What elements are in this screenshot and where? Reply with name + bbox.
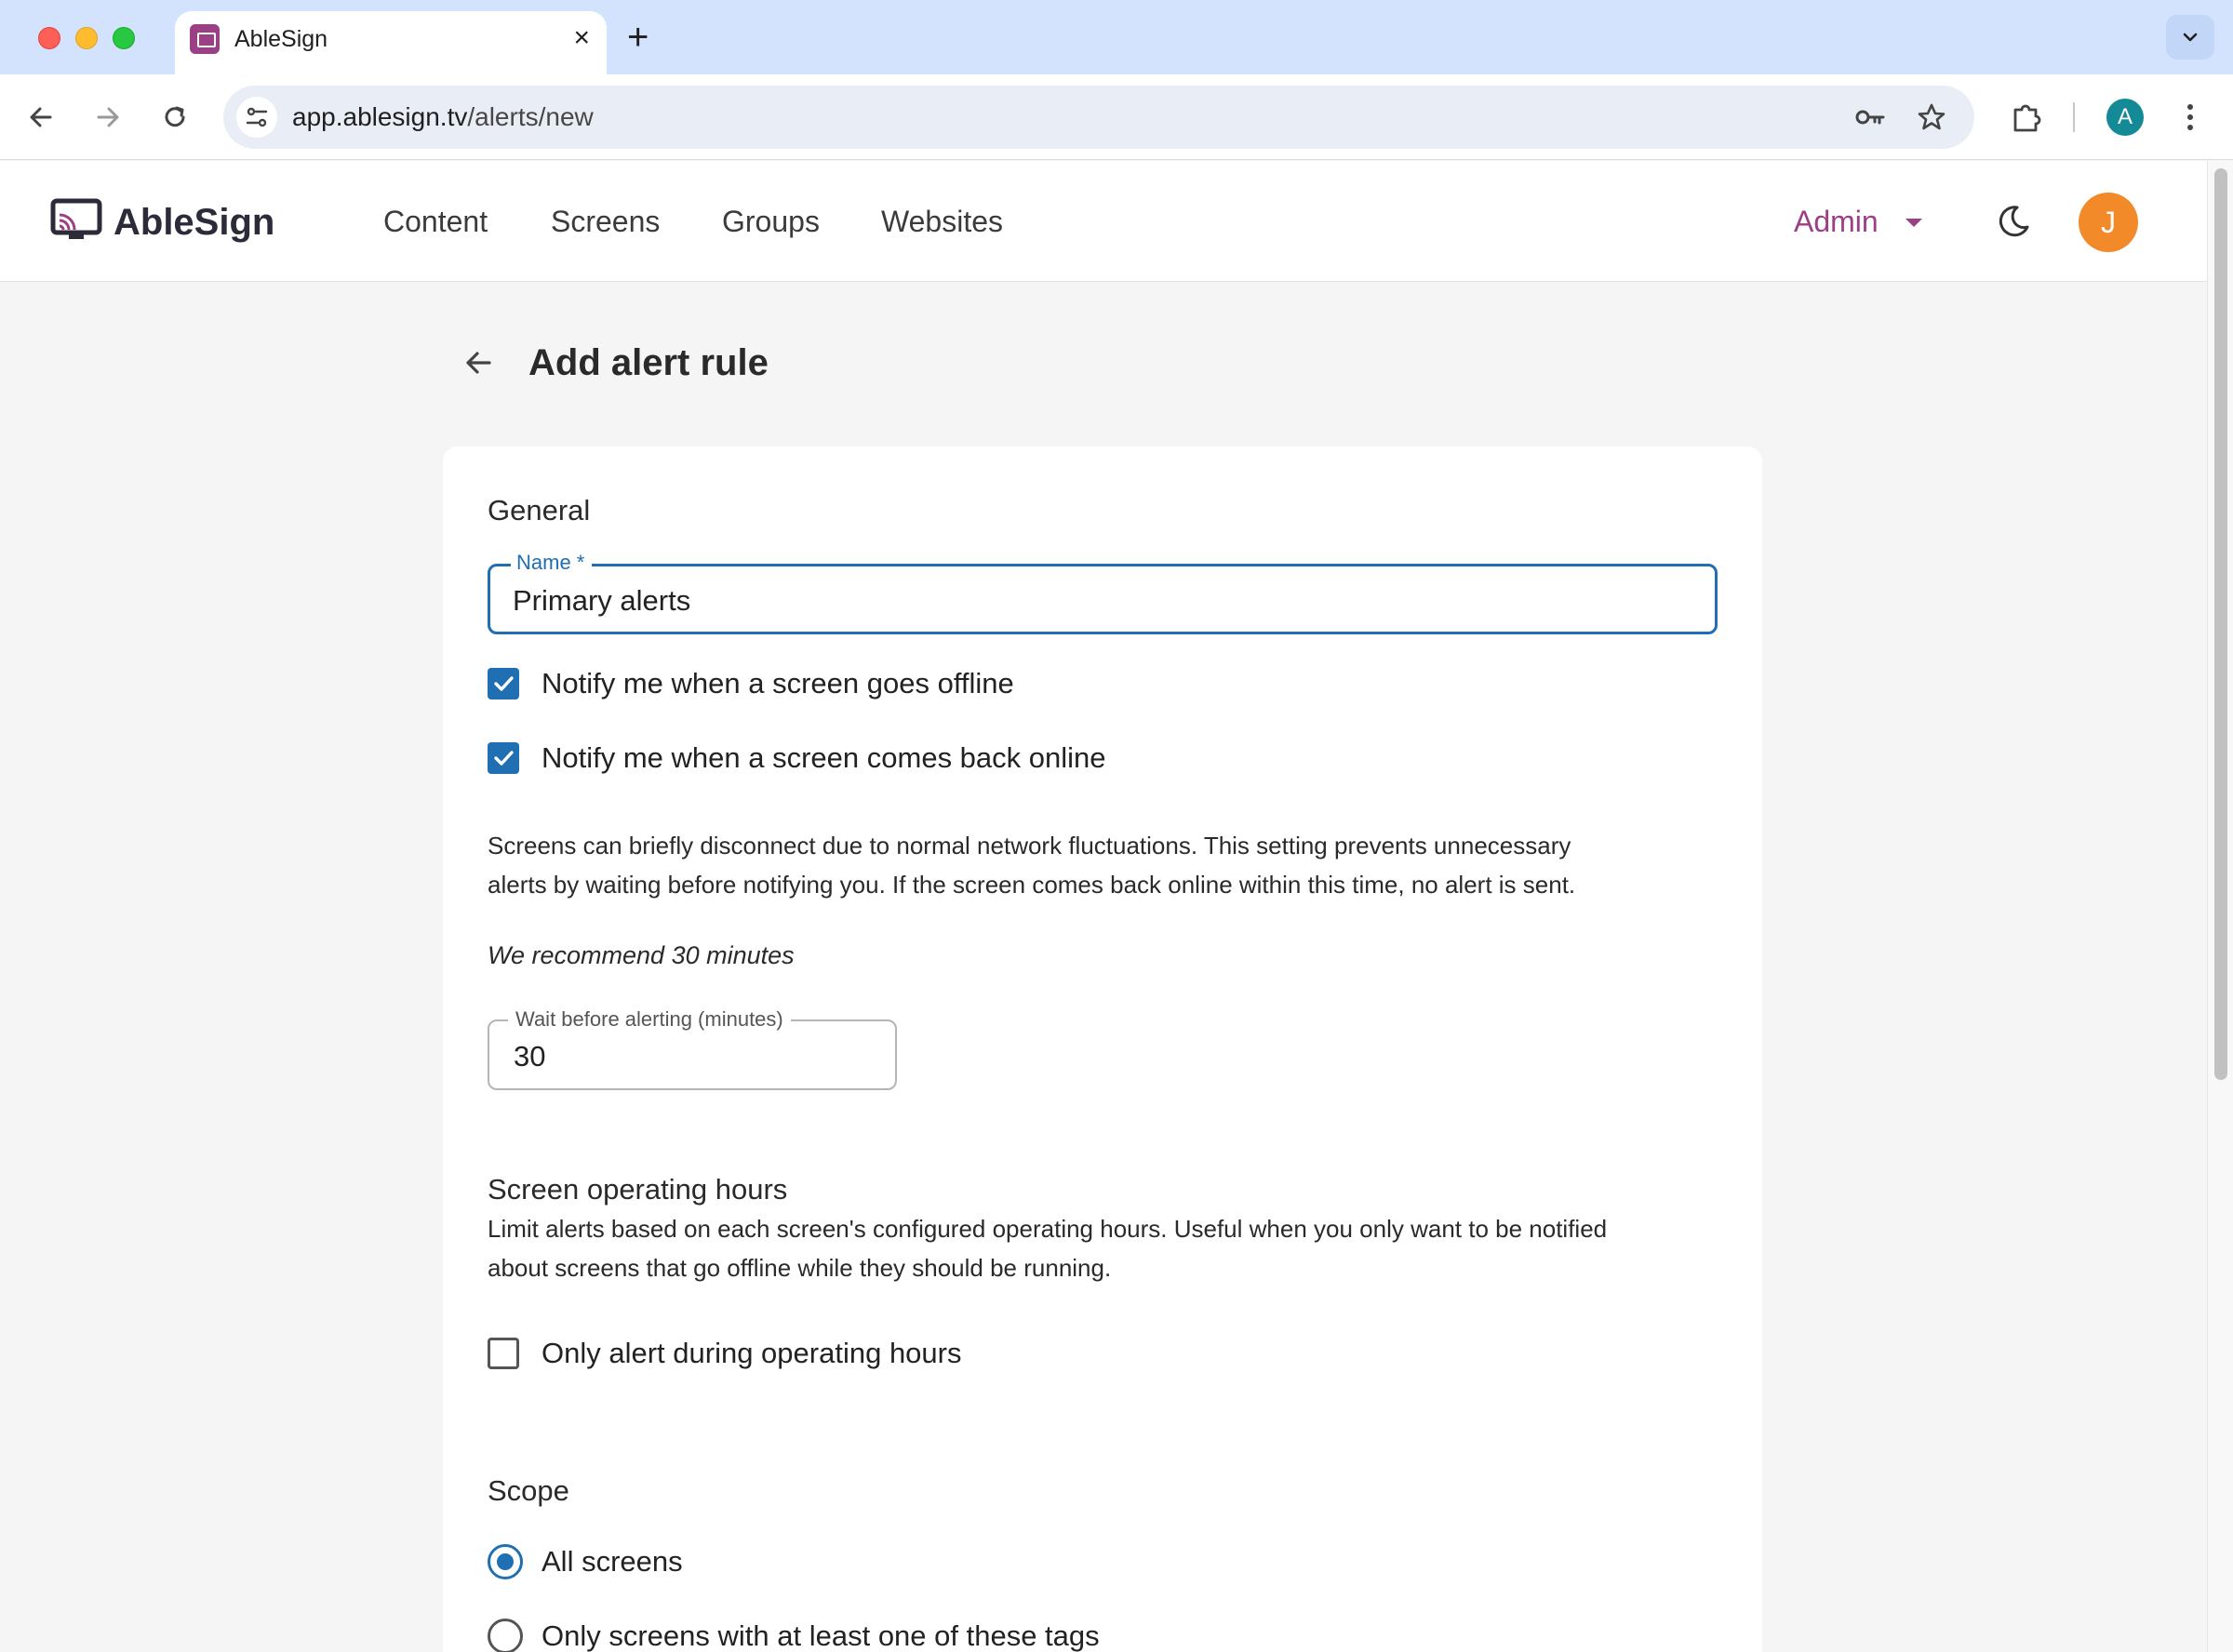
extensions-puzzle-icon[interactable] [2006,97,2047,138]
wait-minutes-input[interactable]: Wait before alerting (minutes) 30 [488,1007,897,1090]
bookmark-star-icon[interactable] [1913,99,1950,136]
name-field-label: Name * [511,551,593,575]
caret-down-icon[interactable] [1905,219,1922,227]
operating-hours-help: Limit alerts based on each screen's conf… [488,1191,1725,1287]
page-scrollbar[interactable] [2207,161,2233,1652]
maximize-window-button[interactable] [113,27,135,49]
forward-button[interactable] [89,99,127,136]
dark-mode-moon-icon[interactable] [1993,201,2034,242]
scrollbar-thumb[interactable] [2214,168,2227,1080]
arrow-left-icon [30,107,52,127]
delay-help-line-1: Screens can briefly disconnect due to no… [488,832,1571,859]
wait-field-value[interactable]: 30 [514,1039,545,1074]
close-window-button[interactable] [38,27,60,49]
url-path: /alerts/new [467,102,594,131]
scope-all-screens-radio[interactable] [488,1544,523,1579]
ablesign-favicon-icon [190,24,220,54]
scope-tagged-screens-label[interactable]: Only screens with at least one of these … [542,1619,1100,1652]
browser-tab-bar: AbleSign × + [0,0,2233,74]
delay-help-text: Screens can briefly disconnect due to no… [488,826,1725,904]
admin-menu[interactable]: Admin [1794,204,1879,239]
nav-screens[interactable]: Screens [551,204,660,239]
url-text: app.ablesign.tv/alerts/new [292,101,594,133]
url-host: app.ablesign.tv [292,102,468,131]
browser-profile-avatar[interactable]: A [2106,99,2144,136]
site-info-button[interactable] [236,97,277,138]
scope-tagged-screens-radio[interactable] [488,1619,523,1652]
new-tab-button[interactable]: + [627,17,649,58]
back-button[interactable] [22,99,60,136]
operating-hours-help-line-1: Limit alerts based on each screen's conf… [488,1215,1608,1243]
reload-button[interactable] [156,99,194,136]
cast-screen-icon [50,198,102,239]
wait-field-label: Wait before alerting (minutes) [508,1007,791,1032]
toolbar-divider [2073,102,2075,132]
chevron-down-icon [2183,33,2198,42]
minimize-window-button[interactable] [75,27,98,49]
brand-name: AbleSign [114,202,275,243]
address-bar[interactable]: app.ablesign.tv/alerts/new [223,86,1974,149]
name-input[interactable]: Name * Primary alerts [488,551,1718,634]
browser-menu-icon[interactable] [2170,97,2211,138]
browser-tab[interactable]: AbleSign × [175,11,607,74]
tab-title: AbleSign [234,26,328,52]
checkmark-icon [494,751,514,766]
back-arrow-icon[interactable] [458,342,499,383]
operating-hours-checkbox[interactable] [488,1338,519,1369]
operating-hours-checkbox-label[interactable]: Only alert during operating hours [542,1336,961,1371]
app-header: AbleSign Content Screens Groups Websites… [0,161,2207,282]
close-tab-icon[interactable]: × [573,22,590,54]
checkmark-icon [494,676,514,691]
nav-websites[interactable]: Websites [881,204,1003,239]
nav-content[interactable]: Content [383,204,488,239]
password-key-icon[interactable] [1852,99,1889,136]
tune-icon [246,107,268,127]
notify-online-label[interactable]: Notify me when a screen comes back onlin… [542,740,1106,776]
browser-toolbar: app.ablesign.tv/alerts/new [0,74,2233,160]
name-field-value[interactable]: Primary alerts [513,583,690,619]
nav-groups[interactable]: Groups [722,204,820,239]
reload-icon [165,106,185,127]
operating-hours-help-line-2: about screens that go offline while they… [488,1254,1112,1282]
scope-all-screens-label[interactable]: All screens [542,1544,683,1579]
alert-rule-form-card: General Name * Primary alerts Notify me … [443,446,1762,1652]
notify-offline-label[interactable]: Notify me when a screen goes offline [542,666,1014,701]
recommendation-text: We recommend 30 minutes [488,941,795,969]
delay-help-line-2: alerts by waiting before notifying you. … [488,871,1576,899]
general-heading: General [488,494,591,526]
tab-search-button[interactable] [2166,15,2214,60]
user-avatar[interactable]: J [2079,193,2138,252]
notify-online-checkbox[interactable] [488,742,519,774]
notify-offline-checkbox[interactable] [488,668,519,699]
arrow-right-icon [97,107,119,127]
page-title: Add alert rule [528,342,769,383]
scope-heading: Scope [488,1474,569,1507]
